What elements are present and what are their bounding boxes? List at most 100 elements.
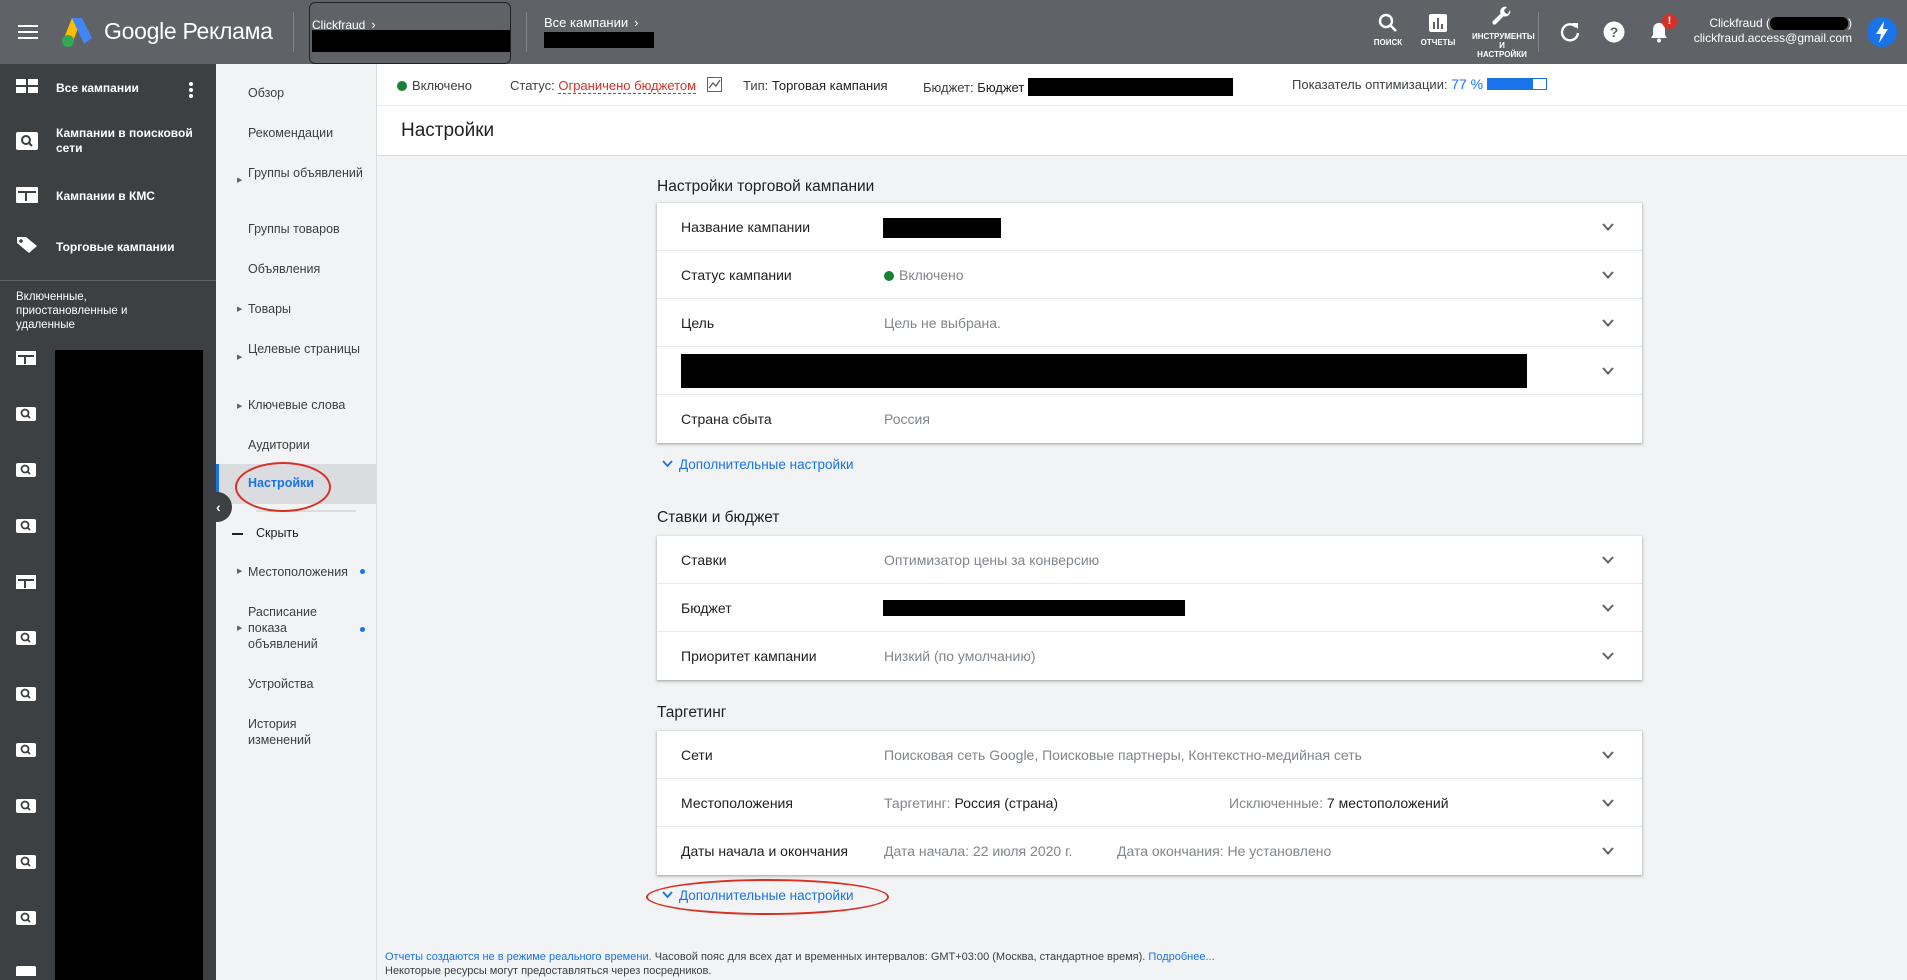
campaign-priority-row[interactable]: Приоритет кампании Низкий (по умолчанию)	[657, 632, 1642, 680]
chevron-down-icon	[1602, 319, 1614, 327]
chevron-down-icon	[1602, 751, 1614, 759]
divider	[1538, 12, 1539, 52]
hamburger-menu-icon[interactable]	[18, 21, 40, 43]
redacted-setting-row[interactable]	[657, 347, 1642, 395]
expand-arrow-icon: ▶	[237, 568, 243, 575]
subnav-product-groups[interactable]: Группы товаров	[248, 221, 363, 237]
budget-value: Бюджет	[977, 80, 1025, 95]
subnav-devices[interactable]: Устройства	[248, 676, 363, 692]
goal-value: Цель не выбрана.	[884, 315, 1001, 331]
notification-badge: !	[1662, 14, 1677, 29]
shopping-settings-title: Настройки торговой кампании	[657, 178, 875, 195]
optimization-progress-bar	[1487, 78, 1548, 90]
bids-row[interactable]: Ставки Оптимизатор цены за конверсию	[657, 536, 1642, 584]
chevron-down-icon	[1602, 847, 1614, 855]
search-campaign-icon[interactable]	[16, 463, 36, 477]
nav-all-campaigns-label: Все кампании	[56, 81, 139, 95]
wrench-icon	[1492, 6, 1511, 25]
expand-arrow-icon: ▶	[237, 177, 243, 184]
nav-shopping-campaigns[interactable]: Торговые кампании	[0, 224, 216, 264]
display-campaign-icon[interactable]	[16, 351, 36, 365]
nav-search-campaigns[interactable]: Кампании в поисковой сети	[0, 114, 216, 164]
chevron-down-icon	[1602, 556, 1614, 564]
subnav-keywords[interactable]: Ключевые слова	[248, 397, 363, 413]
chevron-down-icon	[1602, 271, 1614, 279]
locations-row[interactable]: Местоположения Таргетинг: Россия (страна…	[657, 779, 1642, 827]
tools-label-1: ИНСТРУМЕНТЫ	[1472, 32, 1535, 41]
nav-divider	[0, 280, 216, 281]
reports-label: ОТЧЕТЫ	[1420, 38, 1456, 47]
subnav-landing-pages[interactable]: Целевые страницы	[248, 341, 363, 357]
search-campaign-icon[interactable]	[16, 799, 36, 813]
budget-row[interactable]: Бюджет	[657, 584, 1642, 632]
account-selector[interactable]: Clickfraud ›	[309, 2, 511, 64]
page-title: Настройки	[401, 120, 495, 141]
nav-all-campaigns[interactable]: Все кампании	[0, 64, 216, 108]
tools-label-2: И	[1499, 41, 1505, 50]
search-campaign-icon[interactable]	[16, 631, 36, 645]
additional-settings-label: Дополнительные настройки	[679, 457, 854, 472]
display-campaign-icon[interactable]	[16, 575, 36, 589]
subnav-change-history[interactable]: История изменений	[248, 716, 328, 748]
sales-country-row: Страна сбыта Россия	[657, 395, 1642, 443]
subnav-settings-label: Настройки	[248, 476, 314, 490]
additional-settings-toggle[interactable]: Дополнительные настройки	[662, 457, 854, 472]
subnav-settings[interactable]: Настройки	[216, 464, 376, 504]
user-info[interactable]: Clickfraud () clickfraud.access@gmail.co…	[1694, 16, 1852, 46]
dates-row[interactable]: Даты начала и окончания Дата начала: 22 …	[657, 827, 1642, 875]
campaigns-breadcrumb[interactable]: Все кампании ›	[544, 14, 638, 32]
optimization-score[interactable]: Показатель оптимизации: 77 %	[1292, 76, 1548, 92]
targeting-additional-settings-toggle[interactable]: Дополнительные настройки	[662, 888, 854, 903]
networks-row[interactable]: Сети Поисковая сеть Google, Поисковые па…	[657, 731, 1642, 779]
budget-status[interactable]: Бюджет: Бюджет	[923, 78, 1234, 96]
avatar[interactable]	[1867, 17, 1897, 47]
tools-settings-button[interactable]: ИНСТРУМЕНТЫ И НАСТРОЙКИ	[1472, 4, 1535, 59]
divider	[293, 12, 294, 52]
chevron-right-icon: ›	[634, 15, 639, 30]
subnav-products[interactable]: Товары	[248, 301, 363, 317]
bids-value: Оптимизатор цены за конверсию	[884, 552, 1100, 568]
redacted-budget-value	[883, 600, 1185, 616]
status-value[interactable]: Ограничено бюджетом	[558, 78, 697, 94]
footer-more-link[interactable]: Подробнее...	[1148, 951, 1214, 963]
search-campaign-icon[interactable]	[16, 519, 36, 533]
search-campaign-icon[interactable]	[16, 407, 36, 421]
footer-realtime-note[interactable]: Отчеты создаются не в режиме реального в…	[385, 951, 652, 963]
redacted-account-name	[312, 30, 510, 52]
campaign-status-row[interactable]: Статус кампании Включено	[657, 251, 1642, 299]
more-vert-icon[interactable]	[189, 80, 195, 100]
subnav-recommendations[interactable]: Рекомендации	[248, 125, 363, 141]
nav-display-campaigns[interactable]: Кампании в КМС	[0, 174, 216, 214]
svg-text:?: ?	[1610, 24, 1619, 40]
reports-button[interactable]: ОТЧЕТЫ	[1412, 12, 1464, 47]
subnav-overview[interactable]: Обзор	[248, 85, 363, 101]
search-campaign-icon[interactable]	[16, 911, 36, 925]
targeting-label: Таргетинг:	[884, 795, 951, 811]
networks-value: Поисковая сеть Google, Поисковые партнер…	[884, 747, 1362, 763]
goal-row[interactable]: Цель Цель не выбрана.	[657, 299, 1642, 347]
bids-budget-card: Ставки Оптимизатор цены за конверсию Бюд…	[657, 536, 1642, 680]
search-button[interactable]: ПОИСК	[1362, 12, 1414, 47]
refresh-icon[interactable]	[1558, 20, 1582, 44]
subnav-ad-schedule[interactable]: Расписание показа объявлений	[248, 604, 328, 652]
sales-country-label: Страна сбыта	[681, 411, 772, 427]
subnav-ads[interactable]: Объявления	[248, 261, 363, 277]
optimization-progress-fill	[1488, 79, 1533, 89]
campaign-name-row[interactable]: Название кампании	[657, 203, 1642, 251]
search-campaign-icon[interactable]	[16, 743, 36, 757]
subnav-ad-groups[interactable]: Группы объявлений	[248, 165, 363, 181]
footer: Отчеты создаются не в режиме реального в…	[385, 950, 1215, 978]
subnav-locations[interactable]: Местоположения	[248, 564, 358, 580]
campaign-enabled-status[interactable]: Включено	[397, 78, 472, 93]
campaigns-label: Все кампании	[544, 15, 629, 30]
subnav-audiences[interactable]: Аудитории	[248, 437, 363, 453]
search-campaign-icon[interactable]	[16, 855, 36, 869]
trend-chart-icon[interactable]	[707, 77, 722, 92]
help-icon[interactable]: ?	[1602, 20, 1626, 44]
campaign-filter-label[interactable]: Включенные, приостановленные и удаленные	[16, 290, 186, 332]
search-campaign-icon[interactable]	[16, 966, 36, 976]
dates-label: Даты начала и окончания	[681, 843, 848, 859]
search-campaign-icon[interactable]	[16, 687, 36, 701]
nav-search-campaigns-label: Кампании в поисковой сети	[56, 126, 193, 155]
targeting-value: Россия (страна)	[954, 795, 1059, 811]
